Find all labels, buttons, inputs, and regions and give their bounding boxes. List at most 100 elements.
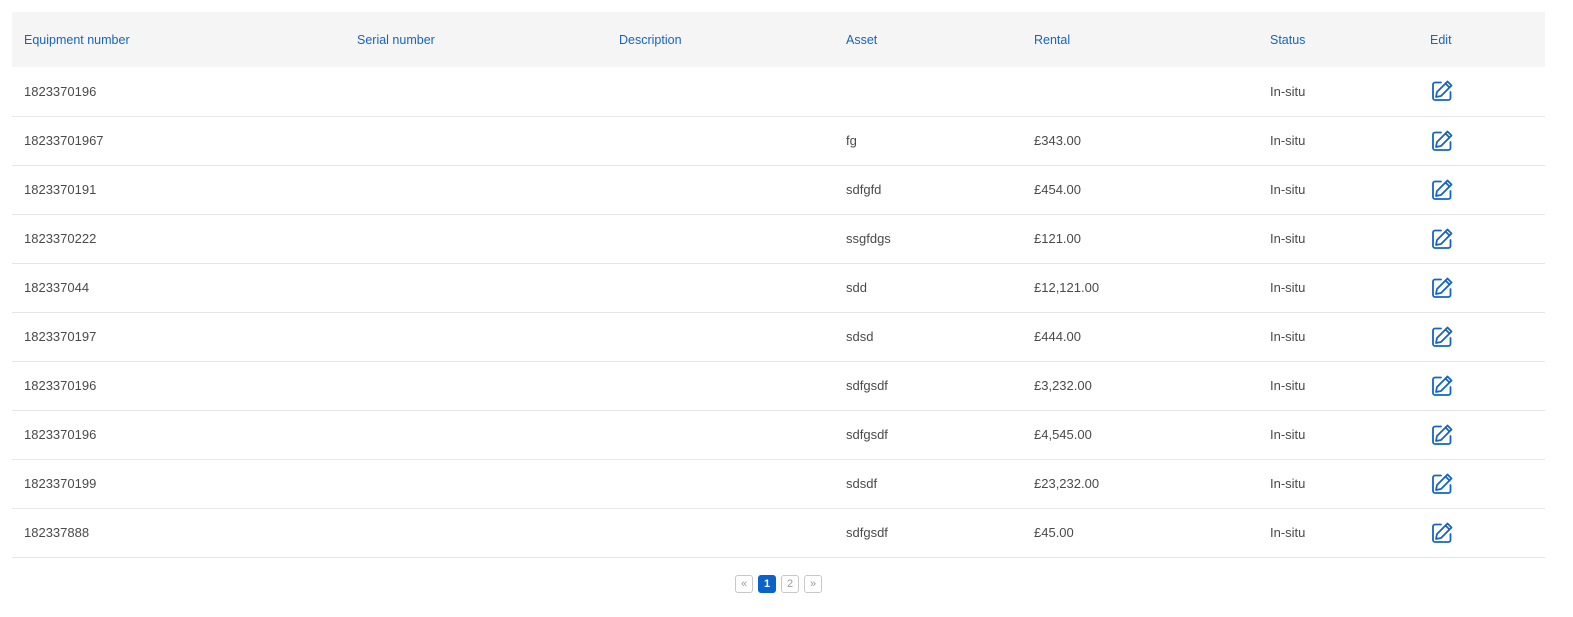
table-row: 1823370222 ssgfdgs £121.00 In-situ — [12, 214, 1545, 263]
cell-status: In-situ — [1270, 476, 1306, 491]
equipment-table-container: Equipment number Serial number Descripti… — [12, 12, 1545, 558]
cell-edit — [1418, 361, 1545, 410]
header-row: Equipment number Serial number Descripti… — [12, 12, 1545, 67]
cell-asset: ssgfdgs — [846, 231, 891, 246]
cell-rental: £3,232.00 — [1034, 378, 1092, 393]
cell-status: In-situ — [1270, 182, 1306, 197]
pagination-next-button[interactable]: » — [804, 575, 822, 593]
edit-icon[interactable] — [1430, 276, 1454, 300]
cell-status: In-situ — [1270, 378, 1306, 393]
table-row: 182337888 sdfgsdf £45.00 In-situ — [12, 508, 1545, 557]
cell-description — [607, 312, 834, 361]
cell-edit — [1418, 410, 1545, 459]
cell-edit — [1418, 67, 1545, 116]
cell-status: In-situ — [1270, 280, 1306, 295]
cell-rental: £121.00 — [1034, 231, 1081, 246]
cell-equipment-number: 1823370196 — [24, 83, 97, 99]
table-row: 1823370196 In-situ — [12, 67, 1545, 116]
cell-edit — [1418, 459, 1545, 508]
cell-description — [607, 459, 834, 508]
cell-serial-number — [345, 459, 607, 508]
cell-edit — [1418, 312, 1545, 361]
cell-asset: sdfgfd — [846, 182, 882, 197]
cell-status: In-situ — [1270, 427, 1306, 442]
cell-rental: £343.00 — [1034, 133, 1081, 148]
table-body: 1823370196 In-situ 18233701967 fg £343.00 In-… — [12, 67, 1545, 557]
table-row: 182337044 sdd £12,121.00 In-situ — [12, 263, 1545, 312]
cell-rental: £454.00 — [1034, 182, 1081, 197]
pagination: « 1 2 » — [0, 575, 1557, 593]
cell-status: In-situ — [1270, 231, 1306, 246]
cell-edit — [1418, 165, 1545, 214]
cell-rental: £444.00 — [1034, 329, 1081, 344]
cell-equipment-number: 182337888 — [24, 525, 90, 540]
header-edit: Edit — [1430, 32, 1452, 47]
cell-equipment-number: 1823370196 — [24, 378, 97, 393]
cell-status: In-situ — [1270, 133, 1306, 148]
cell-serial-number — [345, 116, 607, 165]
pagination-prev-button[interactable]: « — [735, 575, 753, 593]
edit-icon[interactable] — [1430, 521, 1454, 545]
cell-serial-number — [345, 165, 607, 214]
cell-status: In-situ — [1270, 83, 1306, 99]
pagination-page-2-button[interactable]: 2 — [781, 575, 799, 593]
header-description[interactable]: Description — [607, 12, 834, 67]
cell-rental — [1022, 67, 1258, 116]
edit-icon[interactable] — [1430, 129, 1454, 153]
cell-edit — [1418, 214, 1545, 263]
cell-description — [607, 67, 834, 116]
cell-asset: sdfgsdf — [846, 378, 888, 393]
cell-rental: £45.00 — [1034, 525, 1074, 540]
table-row: 18233701967 fg £343.00 In-situ — [12, 116, 1545, 165]
edit-icon[interactable] — [1430, 227, 1454, 251]
cell-rental: £12,121.00 — [1034, 280, 1100, 295]
cell-serial-number — [345, 263, 607, 312]
header-asset[interactable]: Asset — [834, 12, 1022, 67]
cell-serial-number — [345, 312, 607, 361]
table-row: 1823370197 sdsd £444.00 In-situ — [12, 312, 1545, 361]
edit-icon[interactable] — [1430, 472, 1454, 496]
header-status[interactable]: Status — [1258, 12, 1418, 67]
cell-asset: sdd — [846, 280, 867, 295]
edit-icon[interactable] — [1430, 423, 1454, 447]
cell-asset: sdfgsdf — [846, 427, 888, 442]
cell-serial-number — [345, 67, 607, 116]
equipment-table: Equipment number Serial number Descripti… — [12, 12, 1545, 558]
cell-description — [607, 410, 834, 459]
cell-status: In-situ — [1270, 329, 1306, 344]
cell-asset: fg — [846, 133, 857, 148]
header-equipment-number[interactable]: Equipment number — [12, 12, 345, 67]
cell-equipment-number: 1823370196 — [24, 427, 97, 442]
cell-asset — [834, 67, 1022, 116]
cell-equipment-number: 1823370199 — [24, 476, 97, 491]
cell-equipment-number: 1823370197 — [24, 329, 97, 344]
cell-equipment-number: 182337044 — [24, 280, 90, 295]
header-rental[interactable]: Rental — [1022, 12, 1258, 67]
table-row: 1823370196 sdfgsdf £4,545.00 In-situ — [12, 410, 1545, 459]
cell-edit — [1418, 263, 1545, 312]
cell-description — [607, 263, 834, 312]
cell-description — [607, 165, 834, 214]
cell-asset: sdfgsdf — [846, 525, 888, 540]
cell-rental: £4,545.00 — [1034, 427, 1092, 442]
cell-equipment-number: 1823370191 — [24, 182, 97, 197]
cell-description — [607, 508, 834, 557]
cell-description — [607, 116, 834, 165]
cell-rental: £23,232.00 — [1034, 476, 1100, 491]
header-serial-number[interactable]: Serial number — [345, 12, 607, 67]
edit-icon[interactable] — [1430, 178, 1454, 202]
cell-description — [607, 214, 834, 263]
cell-serial-number — [345, 508, 607, 557]
edit-icon[interactable] — [1430, 325, 1454, 349]
cell-serial-number — [345, 214, 607, 263]
table-row: 1823370199 sdsdf £23,232.00 In-situ — [12, 459, 1545, 508]
cell-asset: sdsd — [846, 329, 874, 344]
cell-edit — [1418, 116, 1545, 165]
cell-serial-number — [345, 410, 607, 459]
cell-equipment-number: 1823370222 — [24, 231, 97, 246]
pagination-page-1-button[interactable]: 1 — [758, 575, 776, 593]
table-row: 1823370196 sdfgsdf £3,232.00 In-situ — [12, 361, 1545, 410]
equipment-page: Equipment number Serial number Descripti… — [0, 0, 1573, 617]
edit-icon[interactable] — [1430, 374, 1454, 398]
edit-icon[interactable] — [1430, 79, 1454, 103]
